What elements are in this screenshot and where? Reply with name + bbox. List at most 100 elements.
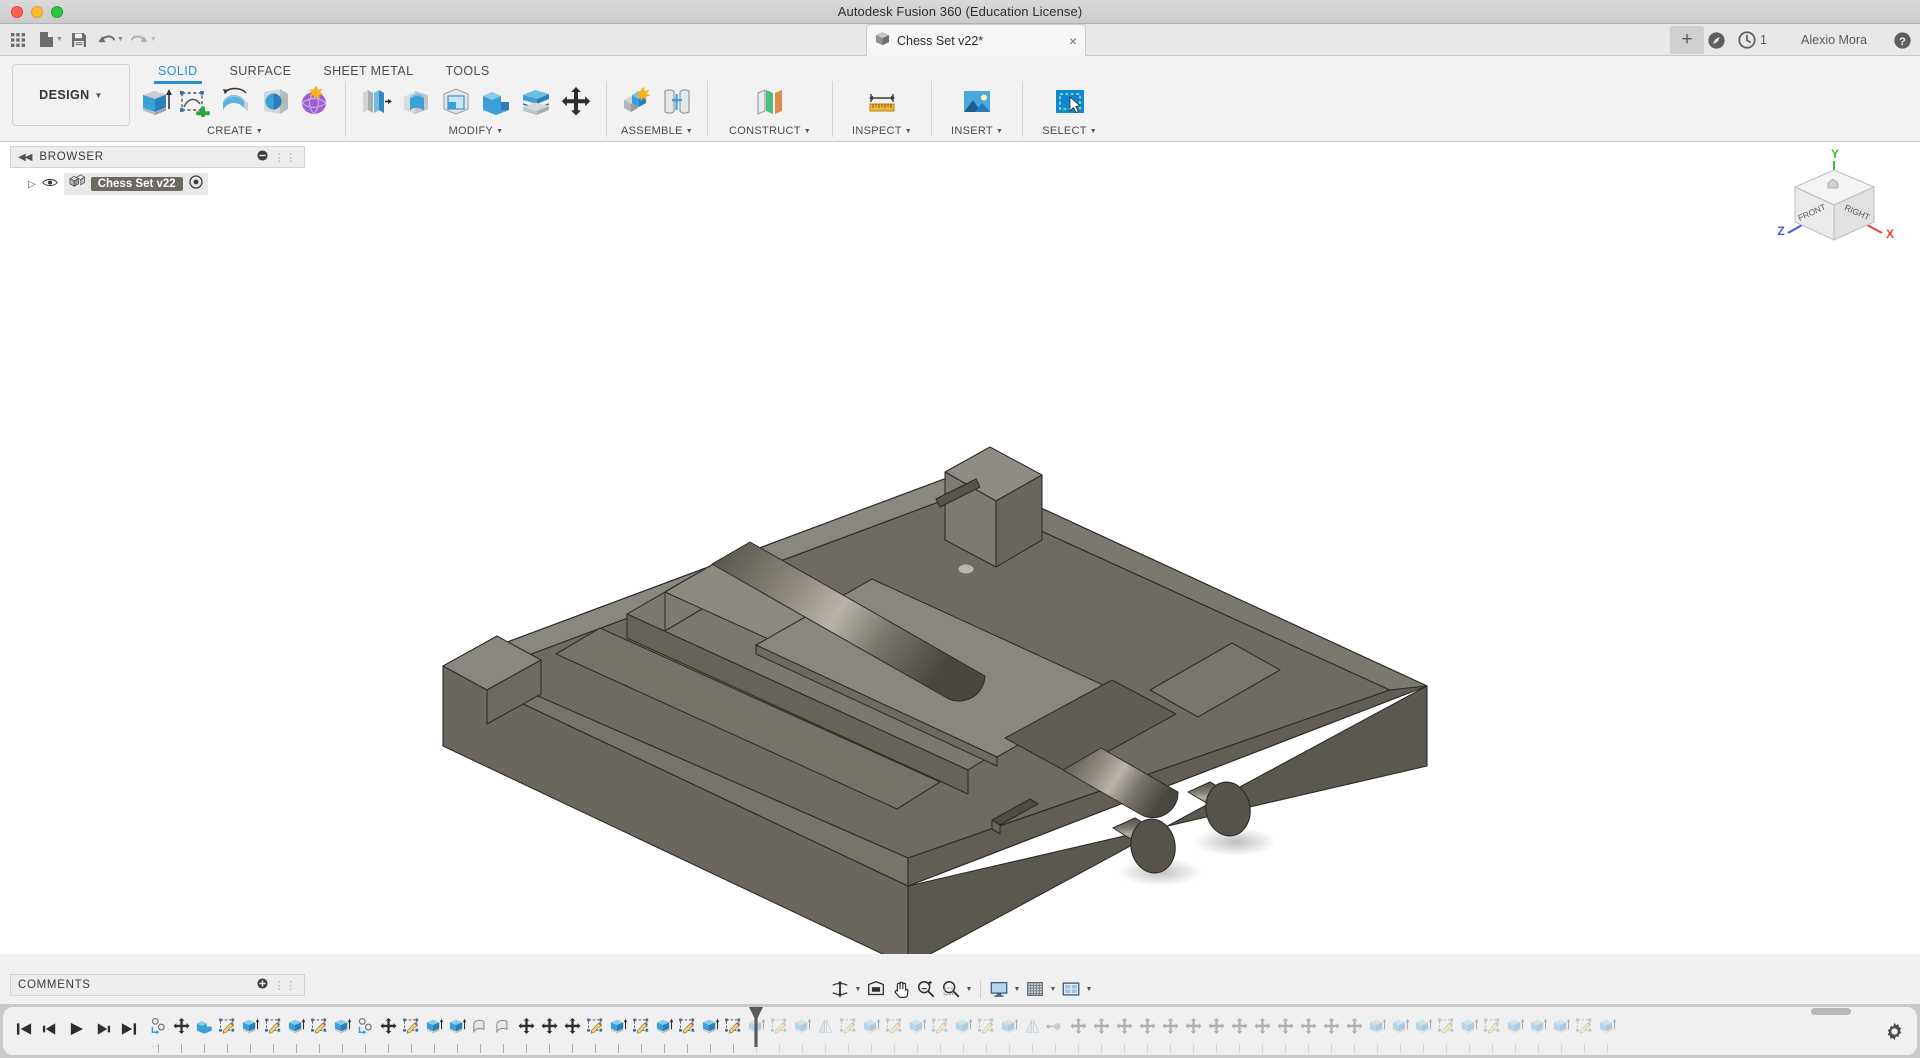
shell-icon[interactable] [437,83,475,121]
extrude-icon[interactable] [285,1013,308,1039]
double-chevron-left-icon[interactable]: ◀◀ [18,152,32,163]
move-icon[interactable] [170,1013,193,1039]
sketch-icon[interactable] [584,1013,607,1039]
move-icon[interactable] [1067,1013,1090,1039]
viewport-canvas[interactable]: Y Z X FRONT RIGHT [0,142,1920,954]
extrude-icon[interactable] [906,1013,929,1039]
fit-caret[interactable]: ▼ [964,986,974,993]
extrude-icon[interactable] [860,1013,883,1039]
extrude-icon[interactable] [952,1013,975,1039]
browser-resize-grip[interactable]: ⋮⋮ [274,151,297,164]
extrude-icon[interactable] [1458,1013,1481,1039]
sketch-icon[interactable] [630,1013,653,1039]
browser-root-label[interactable]: Chess Set v22 [90,177,183,191]
sketch-icon[interactable] [1435,1013,1458,1039]
mirror-icon[interactable] [814,1013,837,1039]
panel-select-label[interactable]: SELECT ▼ [1042,125,1097,137]
view-cube[interactable]: Y Z X FRONT RIGHT [1772,145,1902,255]
panel-modify-label[interactable]: MODIFY ▼ [449,125,504,137]
sketch-icon[interactable] [837,1013,860,1039]
move-icon[interactable] [1274,1013,1297,1039]
extrude-icon[interactable] [331,1013,354,1039]
app-grid-icon[interactable] [4,27,32,53]
job-status-indicator[interactable]: 1 [1738,31,1767,49]
sketch-icon[interactable] [722,1013,745,1039]
document-tab[interactable]: Chess Set v22* × [866,24,1086,56]
grid-snaps-caret[interactable]: ▼ [1048,986,1058,993]
create-sketch-icon[interactable] [176,83,214,121]
combine-icon[interactable] [193,1013,216,1039]
zoom-icon[interactable] [914,977,938,1001]
timeline-track[interactable]: ·· [147,1007,1871,1055]
orbit-icon[interactable] [828,977,852,1001]
extrude-icon[interactable] [1596,1013,1619,1039]
mirror-icon[interactable] [1021,1013,1044,1039]
step-forward-button[interactable] [94,1021,111,1042]
viewports-icon[interactable] [1059,977,1083,1001]
move-icon[interactable] [377,1013,400,1039]
revolve-icon[interactable] [1044,1013,1067,1039]
step-back-button[interactable] [42,1021,59,1042]
extrude-icon[interactable] [1389,1013,1412,1039]
chevron-down-icon[interactable]: ▼ [256,128,263,135]
browser-root-chip[interactable]: Chess Set v22 [63,173,208,195]
file-menu-caret[interactable]: ▼ [56,36,63,43]
user-name[interactable]: Alexio Mora [1801,33,1867,47]
sketch-icon[interactable] [768,1013,791,1039]
fillet-icon[interactable] [492,1013,515,1039]
move-icon[interactable] [538,1013,561,1039]
extrude-icon[interactable] [1412,1013,1435,1039]
extrude-icon[interactable] [1550,1013,1573,1039]
combine-icon[interactable] [477,83,515,121]
comments-panel-header[interactable]: COMMENTS ⋮⋮ [10,974,305,996]
sketch-icon[interactable] [308,1013,331,1039]
construction-point-icon[interactable] [354,1013,377,1039]
revolve-icon[interactable] [216,83,254,121]
display-settings-caret[interactable]: ▼ [1012,986,1022,993]
move-icon[interactable] [1159,1013,1182,1039]
insert-image-icon[interactable] [958,83,996,121]
sketch-icon[interactable] [676,1013,699,1039]
extrude-icon[interactable] [791,1013,814,1039]
comments-resize-grip[interactable]: ⋮⋮ [274,979,297,992]
eye-icon[interactable] [41,175,58,193]
browser-root-row[interactable]: ▷ Chess Set v22 [10,173,305,195]
save-icon[interactable] [65,27,93,53]
timeline-playhead[interactable] [748,1007,764,1047]
fillet-icon[interactable] [397,83,435,121]
extrude-icon[interactable] [1366,1013,1389,1039]
select-window-icon[interactable] [1051,83,1089,121]
panel-insert-label[interactable]: INSERT ▼ [951,125,1003,137]
display-settings-icon[interactable] [987,977,1011,1001]
extrude-icon[interactable] [446,1013,469,1039]
chevron-down-icon[interactable]: ▼ [905,128,912,135]
move-icon[interactable] [1343,1013,1366,1039]
chevron-down-icon[interactable]: ▼ [686,128,693,135]
move-icon[interactable] [1182,1013,1205,1039]
move-icon[interactable] [1320,1013,1343,1039]
move-icon[interactable] [1136,1013,1159,1039]
move-icon[interactable] [1205,1013,1228,1039]
chevron-down-icon[interactable]: ▼ [804,128,811,135]
measure-icon[interactable] [863,83,901,121]
close-icon[interactable]: × [1069,34,1077,48]
extrude-icon[interactable] [1527,1013,1550,1039]
chevron-down-icon[interactable]: ▼ [496,128,503,135]
triangle-right-icon[interactable]: ▷ [28,179,36,190]
move-icon[interactable] [1090,1013,1113,1039]
plus-circle-icon[interactable] [257,978,268,992]
sweep-icon[interactable] [256,83,294,121]
fillet-icon[interactable] [469,1013,492,1039]
sketch-icon[interactable] [1481,1013,1504,1039]
orbit-caret[interactable]: ▼ [853,986,863,993]
workspace-switcher-button[interactable]: DESIGN ▼ [12,64,130,126]
grid-snaps-icon[interactable] [1023,977,1047,1001]
panel-create-label[interactable]: CREATE ▼ [207,125,263,137]
move-icon[interactable] [515,1013,538,1039]
sketch-icon[interactable] [883,1013,906,1039]
extrude-icon[interactable] [699,1013,722,1039]
split-face-icon[interactable] [517,83,555,121]
look-at-icon[interactable] [864,977,888,1001]
extrude-icon[interactable] [136,83,174,121]
play-button[interactable] [68,1021,85,1042]
